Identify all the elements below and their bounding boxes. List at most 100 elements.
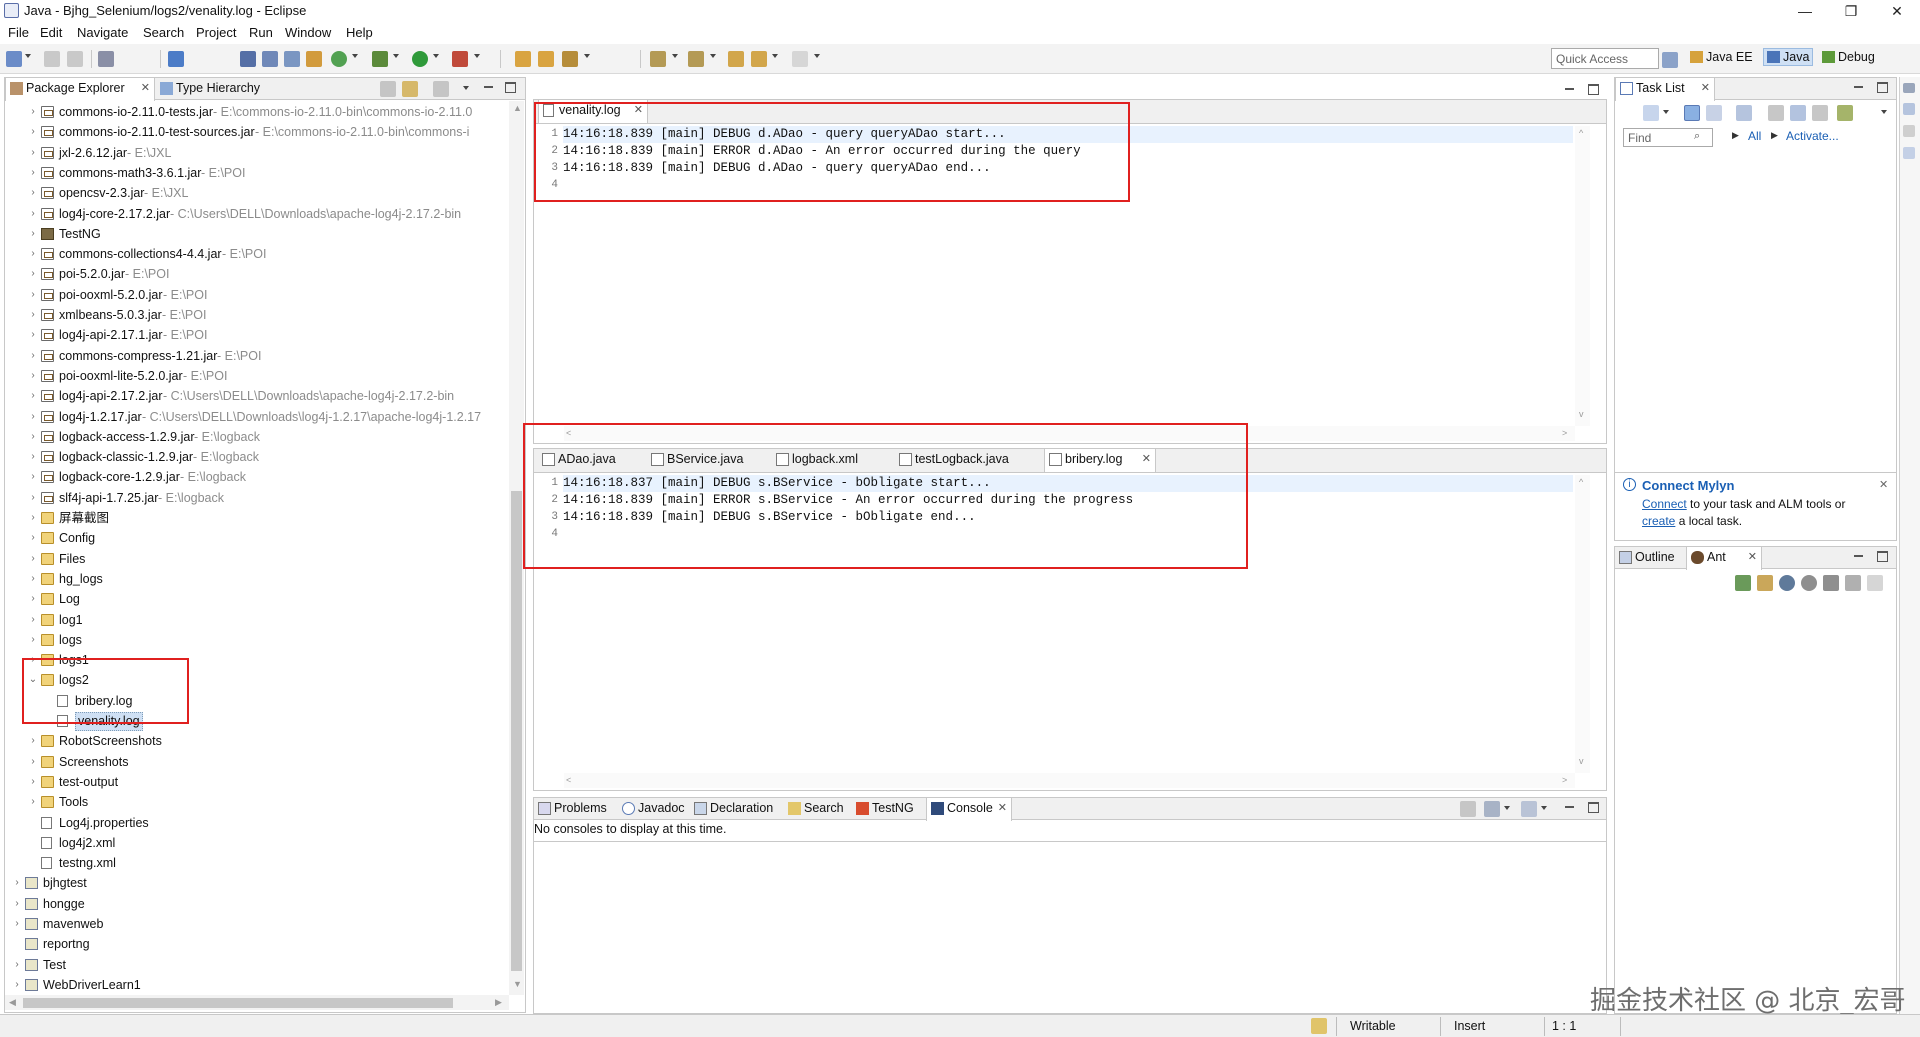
menu-help[interactable]: Help (344, 24, 375, 41)
search-icon[interactable] (562, 51, 578, 67)
scroll-left-icon[interactable]: ◀ (9, 997, 16, 1008)
collapsed-chevron-icon[interactable]: › (27, 346, 39, 366)
scroll-right-icon[interactable]: > (1562, 775, 1567, 785)
remove-icon[interactable] (1823, 575, 1839, 591)
collapsed-chevron-icon[interactable]: › (27, 163, 39, 183)
collapsed-chevron-icon[interactable]: › (27, 772, 39, 792)
collapse-all-icon[interactable] (380, 81, 396, 97)
all-tasks-link[interactable]: All (1748, 129, 1761, 143)
tab-problems[interactable]: Problems (534, 798, 618, 820)
close-button[interactable]: ✕ (1874, 0, 1920, 22)
restore-stack-icon[interactable] (1903, 83, 1915, 93)
collapsed-chevron-icon[interactable]: › (27, 224, 39, 244)
categorized-icon[interactable] (1684, 105, 1700, 121)
collapsed-chevron-icon[interactable]: › (27, 427, 39, 447)
refresh-icon[interactable] (331, 51, 347, 67)
run-icon[interactable] (412, 51, 428, 67)
collapsed-chevron-icon[interactable]: › (27, 752, 39, 772)
tab-console[interactable]: Console ✕ (926, 798, 1012, 821)
scroll-right-icon[interactable]: ▶ (495, 997, 502, 1008)
maximize-view-icon[interactable] (1877, 82, 1888, 93)
collapsed-chevron-icon[interactable]: › (27, 366, 39, 386)
collapsed-chevron-icon[interactable]: › (27, 447, 39, 467)
build-icon[interactable] (284, 51, 300, 67)
collapsed-chevron-icon[interactable]: › (27, 204, 39, 224)
collapsed-chevron-icon[interactable]: › (27, 305, 39, 325)
editor-bottom-hscroll[interactable]: < > (564, 773, 1575, 788)
save-all-icon[interactable] (67, 51, 83, 67)
minimize-view-icon[interactable] (483, 82, 494, 93)
collapsed-chevron-icon[interactable]: › (27, 183, 39, 203)
debug-dropdown-icon[interactable] (393, 54, 399, 58)
pin-console-icon[interactable] (1460, 801, 1476, 817)
editor-top-vscroll[interactable]: ^ v (1575, 126, 1590, 426)
tab-type-hierarchy[interactable]: Type Hierarchy (156, 78, 278, 100)
scroll-down-icon[interactable]: v (1579, 756, 1584, 766)
collapsed-chevron-icon[interactable]: › (11, 894, 23, 914)
collapsed-chevron-icon[interactable]: › (11, 914, 23, 934)
external-tools-dropdown-icon[interactable] (474, 54, 480, 58)
restore-button[interactable]: ❐ (1828, 0, 1874, 22)
hide-internal-targets-icon[interactable] (1779, 575, 1795, 591)
menu-file[interactable]: File (6, 24, 31, 41)
tab-declaration[interactable]: Declaration (690, 798, 784, 820)
search-dropdown-icon[interactable] (584, 54, 590, 58)
minimize-button[interactable]: — (1782, 0, 1828, 22)
collapsed-chevron-icon[interactable]: › (27, 569, 39, 589)
maximize-view-icon[interactable] (1588, 802, 1599, 813)
collapsed-chevron-icon[interactable]: › (27, 264, 39, 284)
task-list-trim-icon[interactable] (1903, 103, 1915, 115)
quick-access-input[interactable]: Quick Access (1551, 48, 1659, 69)
hide-completed-icon[interactable] (1768, 105, 1784, 121)
close-icon[interactable]: ✕ (1701, 78, 1710, 99)
close-icon[interactable]: ✕ (1879, 478, 1888, 491)
back-dropdown-icon[interactable] (772, 54, 778, 58)
collapsed-chevron-icon[interactable]: › (27, 731, 39, 751)
tab-testng[interactable]: TestNG (852, 798, 926, 820)
collapse-all-icon[interactable] (1867, 575, 1883, 591)
open-console-dropdown-icon[interactable] (1541, 806, 1547, 810)
notification-icon[interactable] (1311, 1018, 1327, 1034)
collapsed-chevron-icon[interactable]: › (27, 630, 39, 650)
collapsed-chevron-icon[interactable]: › (27, 386, 39, 406)
sync-icon[interactable] (1736, 105, 1752, 121)
next-annotation-icon[interactable] (650, 51, 666, 67)
scroll-up-icon[interactable]: ^ (1579, 477, 1583, 487)
add-buildfiles-search-icon[interactable] (1757, 575, 1773, 591)
maximize-editor-icon[interactable] (1588, 84, 1599, 95)
open-console-icon[interactable] (1521, 801, 1537, 817)
minimize-view-icon[interactable] (1564, 802, 1575, 813)
scroll-left-icon[interactable]: < (566, 775, 571, 785)
show-ui-legend-icon[interactable] (1837, 105, 1853, 121)
tab-package-explorer[interactable]: Package Explorer ✕ (5, 78, 155, 101)
filter-icon[interactable] (433, 81, 449, 97)
tree-scroll-thumb[interactable] (511, 491, 522, 971)
perspective-debug[interactable]: Debug (1822, 50, 1875, 64)
debug-icon[interactable] (372, 51, 388, 67)
open-task-icon[interactable] (538, 51, 554, 67)
collapsed-chevron-icon[interactable]: › (27, 792, 39, 812)
activate-task-link[interactable]: Activate... (1786, 129, 1839, 143)
tab-search[interactable]: Search (784, 798, 852, 820)
minimize-editor-icon[interactable] (1564, 84, 1575, 95)
menu-window[interactable]: Window (283, 24, 333, 41)
display-console-icon[interactable] (1484, 801, 1500, 817)
maximize-view-icon[interactable] (1877, 551, 1888, 562)
tree-hscroll-thumb[interactable] (23, 998, 453, 1008)
scroll-right-icon[interactable]: > (1562, 428, 1567, 438)
close-icon[interactable]: ✕ (141, 78, 150, 99)
forward-dropdown-icon[interactable] (814, 54, 820, 58)
display-console-dropdown-icon[interactable] (1504, 806, 1510, 810)
tree-vertical-scrollbar[interactable]: ▲ ▼ (509, 101, 524, 995)
prev-annotation-dropdown-icon[interactable] (710, 54, 716, 58)
perspective-java[interactable]: Java (1763, 48, 1814, 66)
coverage-icon[interactable] (262, 51, 278, 67)
tab-task-list[interactable]: Task List ✕ (1615, 78, 1715, 101)
scroll-up-icon[interactable]: ^ (1579, 128, 1583, 138)
scroll-down-icon[interactable]: v (1579, 409, 1584, 419)
new-dropdown-icon[interactable] (25, 54, 31, 58)
scroll-up-icon[interactable]: ▲ (513, 103, 522, 113)
print-icon[interactable] (98, 51, 114, 67)
scheduled-icon[interactable] (1706, 105, 1722, 121)
create-link[interactable]: create (1642, 514, 1675, 528)
